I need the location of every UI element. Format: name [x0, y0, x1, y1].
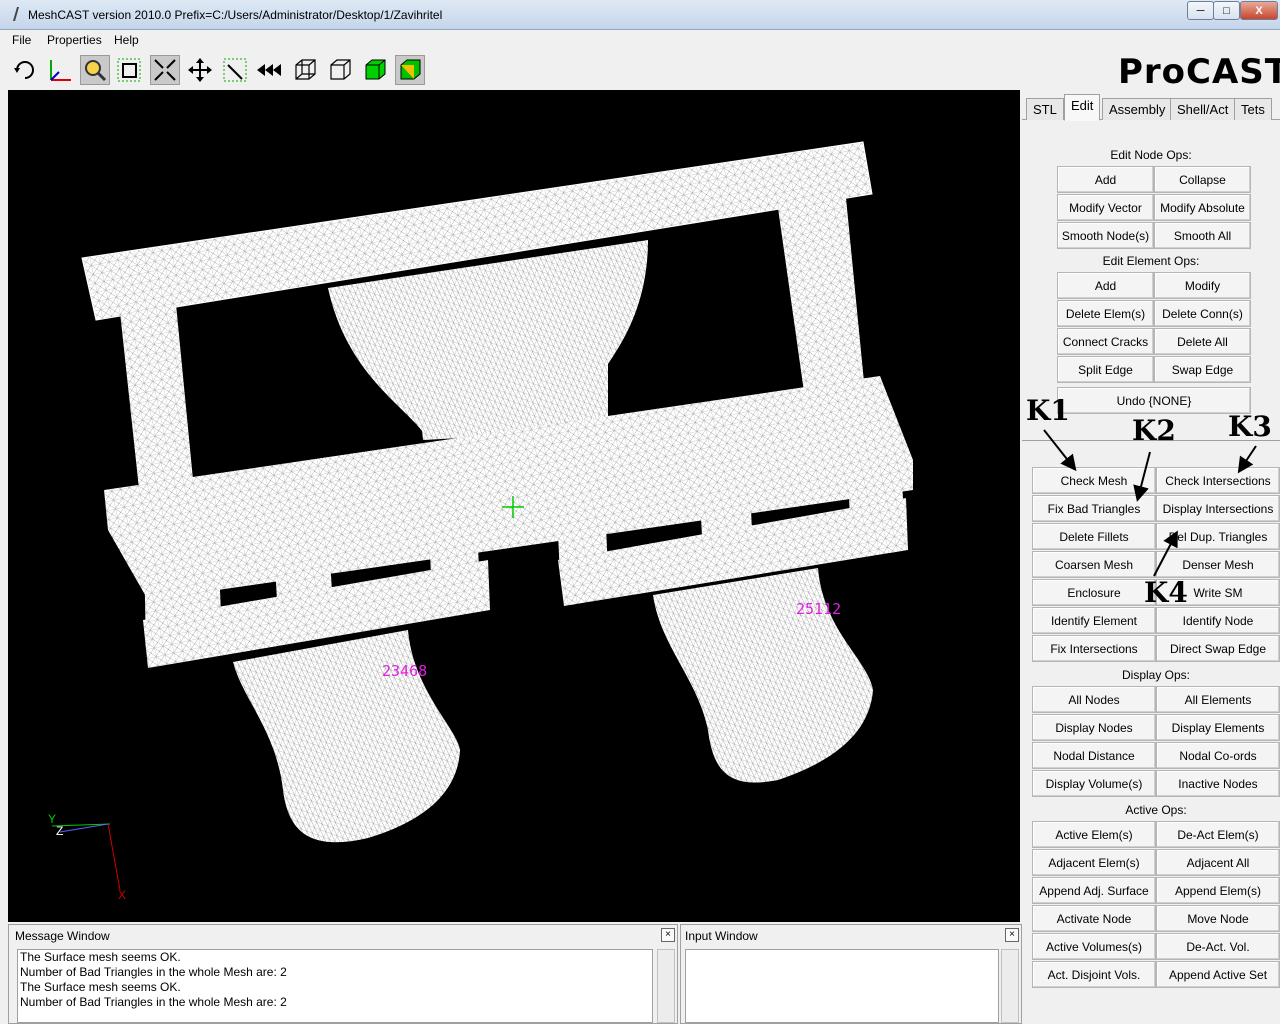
axis-label-y: Y: [48, 812, 57, 826]
right-panel: STL Edit Assembly Shell/Act Tets Edit No…: [1022, 90, 1280, 1024]
adjacent-elems-button[interactable]: Adjacent Elem(s): [1032, 849, 1156, 876]
maximize-button[interactable]: □: [1213, 1, 1240, 20]
select-box-icon[interactable]: [114, 55, 144, 85]
active-volumes-button[interactable]: Active Volumes(s): [1032, 933, 1156, 960]
append-adj-surface-button[interactable]: Append Adj. Surface: [1032, 877, 1156, 904]
message-scrollbar[interactable]: [657, 949, 675, 1023]
rotate-icon[interactable]: [10, 55, 40, 85]
input-field[interactable]: [685, 949, 999, 1023]
window-title: MeshCAST version 2010.0 Prefix=C:/Users/…: [28, 8, 443, 22]
all-elements-button[interactable]: All Elements: [1156, 686, 1280, 713]
identify-element-button[interactable]: Identify Element: [1032, 607, 1156, 634]
input-window-title: Input Window: [685, 929, 758, 943]
activate-node-button[interactable]: Activate Node: [1032, 905, 1156, 932]
pick-icon[interactable]: [220, 55, 250, 85]
message-log: The Surface mesh seems OK. Number of Bad…: [17, 949, 653, 1023]
annotation-arrows: [1043, 429, 1257, 577]
adjacent-all-button[interactable]: Adjacent All: [1156, 849, 1280, 876]
direct-swap-edge-button[interactable]: Direct Swap Edge: [1156, 635, 1280, 662]
append-elems-button[interactable]: Append Elem(s): [1156, 877, 1280, 904]
rewind-icon[interactable]: [255, 55, 285, 85]
message-line: Number of Bad Triangles in the whole Mes…: [20, 995, 287, 1009]
display-nodes-button[interactable]: Display Nodes: [1032, 714, 1156, 741]
de-act-elems-button[interactable]: De-Act Elem(s): [1156, 821, 1280, 848]
toolbar: [0, 52, 1280, 88]
3d-viewport[interactable]: 23468 25112 Y Z X: [8, 90, 1020, 922]
display-elements-button[interactable]: Display Elements: [1156, 714, 1280, 741]
zoom-icon[interactable]: [80, 55, 110, 85]
minimize-button[interactable]: ─: [1187, 1, 1214, 20]
close-icon[interactable]: ×: [661, 928, 675, 942]
message-window: Message Window × The Surface mesh seems …: [8, 924, 678, 1024]
nodal-distance-button[interactable]: Nodal Distance: [1032, 742, 1156, 769]
shrink-icon[interactable]: [150, 55, 180, 85]
identify-node-button[interactable]: Identify Node: [1156, 607, 1280, 634]
input-window: Input Window ×: [680, 924, 1022, 1024]
all-nodes-button[interactable]: All Nodes: [1032, 686, 1156, 713]
mesh-model: [51, 141, 913, 891]
solid-green-cube-icon[interactable]: [360, 55, 390, 85]
node-label: 23468: [382, 662, 428, 680]
shaded-cube-icon[interactable]: [395, 55, 425, 85]
menu-bar: File Properties Help: [0, 30, 1280, 50]
de-act-vol-button[interactable]: De-Act. Vol.: [1156, 933, 1280, 960]
menu-file[interactable]: File: [12, 33, 31, 47]
act-disjoint-vols-button[interactable]: Act. Disjoint Vols.: [1032, 961, 1156, 988]
move-icon[interactable]: [185, 55, 215, 85]
menu-properties[interactable]: Properties: [47, 33, 102, 47]
message-window-title: Message Window: [15, 929, 110, 943]
nodal-coords-button[interactable]: Nodal Co-ords: [1156, 742, 1280, 769]
move-node-button[interactable]: Move Node: [1156, 905, 1280, 932]
display-volumes-button[interactable]: Display Volume(s): [1032, 770, 1156, 797]
axis-label-x: X: [118, 888, 127, 902]
message-line: The Surface mesh seems OK.: [20, 950, 181, 964]
procast-logo: ProCAST: [1118, 52, 1280, 92]
title-bar: MeshCAST version 2010.0 Prefix=C:/Users/…: [0, 0, 1280, 30]
inactive-nodes-button[interactable]: Inactive Nodes: [1156, 770, 1280, 797]
node-label: 25112: [796, 600, 842, 618]
display-ops-label: Display Ops:: [1121, 668, 1191, 682]
active-elems-button[interactable]: Active Elem(s): [1032, 821, 1156, 848]
close-button[interactable]: X: [1240, 1, 1278, 20]
hidden-cube-icon[interactable]: [325, 55, 355, 85]
close-icon[interactable]: ×: [1005, 928, 1019, 942]
axes-icon[interactable]: [44, 55, 74, 85]
wireframe-cube-icon[interactable]: [290, 55, 320, 85]
fix-intersections-button[interactable]: Fix Intersections: [1032, 635, 1156, 662]
active-ops-label: Active Ops:: [1125, 803, 1187, 817]
app-icon: [13, 7, 19, 21]
message-line: The Surface mesh seems OK.: [20, 980, 181, 994]
input-scrollbar[interactable]: [1001, 949, 1019, 1023]
message-line: Number of Bad Triangles in the whole Mes…: [20, 965, 287, 979]
append-active-set-button[interactable]: Append Active Set: [1156, 961, 1280, 988]
axis-label-z: Z: [56, 824, 64, 838]
menu-help[interactable]: Help: [114, 33, 139, 47]
